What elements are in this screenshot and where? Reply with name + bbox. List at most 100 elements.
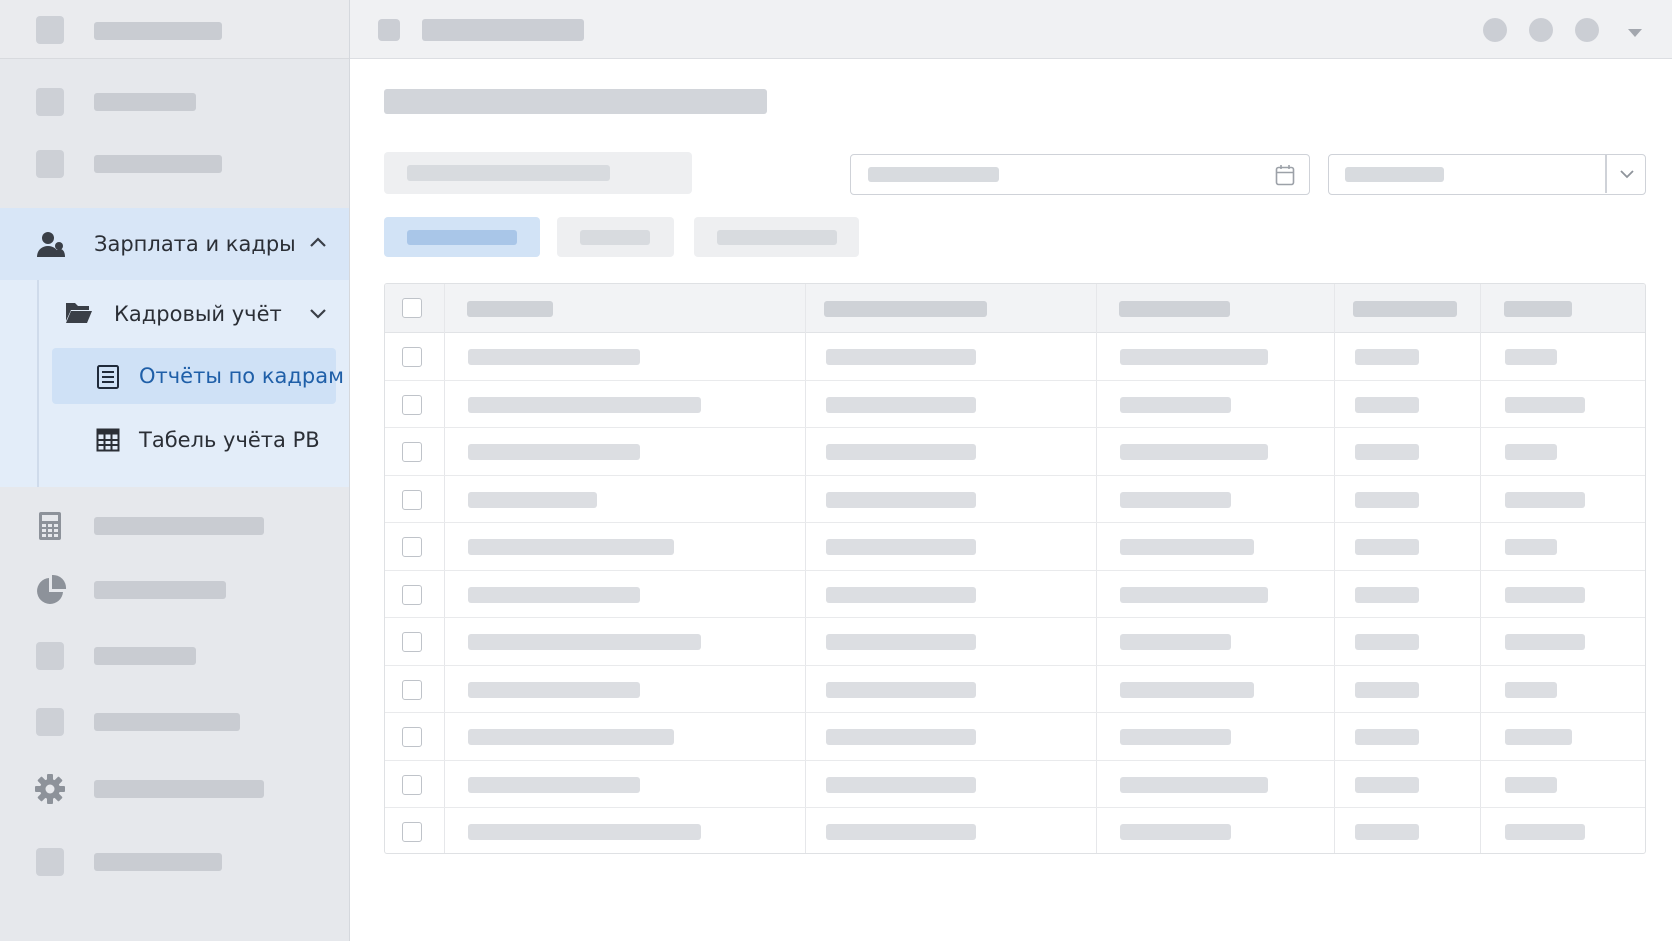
date-field[interactable] xyxy=(850,154,1310,195)
select-all-checkbox[interactable] xyxy=(402,298,422,318)
sidebar-item-3[interactable] xyxy=(0,634,349,678)
column-header[interactable] xyxy=(467,301,553,317)
table-cell-placeholder xyxy=(1355,634,1419,650)
sidebar-group-salary-hr[interactable]: Зарплата и кадры xyxy=(0,208,349,280)
table-row[interactable] xyxy=(385,713,1645,761)
table-row[interactable] xyxy=(385,571,1645,618)
breadcrumb-icon xyxy=(378,19,400,41)
table-cell-placeholder xyxy=(1505,776,1557,793)
table-cell-placeholder xyxy=(826,491,976,508)
chevron-down-icon[interactable] xyxy=(309,308,327,320)
row-checkbox[interactable] xyxy=(402,537,422,557)
page-title-placeholder xyxy=(384,89,767,114)
top-bar xyxy=(350,0,1672,59)
table-cell-placeholder xyxy=(468,776,640,793)
caret-down-icon[interactable] xyxy=(1627,28,1643,38)
sidebar-subgroup-hr-records[interactable]: Кадровый учёт xyxy=(0,286,349,342)
table-row[interactable] xyxy=(385,333,1645,381)
row-checkbox[interactable] xyxy=(402,774,422,795)
table-cell-placeholder xyxy=(1120,776,1268,793)
column-header[interactable] xyxy=(824,301,987,317)
select-divider xyxy=(1605,155,1607,193)
table-cell-placeholder xyxy=(468,824,701,840)
table-cell-placeholder xyxy=(1505,349,1557,365)
row-checkbox[interactable] xyxy=(402,727,422,747)
app-name-placeholder xyxy=(94,22,222,40)
sidebar-item-label-placeholder xyxy=(94,93,196,111)
table-row[interactable] xyxy=(385,618,1645,666)
toolbar-button-2[interactable] xyxy=(1529,18,1553,42)
table-cell-placeholder xyxy=(468,634,701,650)
tab-label-placeholder xyxy=(717,230,837,245)
table-cell-placeholder xyxy=(468,444,640,460)
table-row[interactable] xyxy=(385,381,1645,428)
row-checkbox[interactable] xyxy=(402,442,422,462)
table-header xyxy=(385,284,1645,333)
breadcrumb-placeholder[interactable] xyxy=(422,19,584,41)
table-row[interactable] xyxy=(385,523,1645,571)
search-placeholder xyxy=(407,165,610,181)
row-checkbox[interactable] xyxy=(402,679,422,700)
table-row[interactable] xyxy=(385,476,1645,523)
table-cell-placeholder xyxy=(1355,349,1419,365)
table-cell-placeholder xyxy=(1355,491,1419,508)
table-cell-placeholder xyxy=(1505,396,1585,413)
chevron-down-icon[interactable] xyxy=(1619,169,1635,179)
row-checkbox[interactable] xyxy=(402,347,422,367)
table-cell-placeholder xyxy=(826,634,976,650)
filter-tab-3[interactable] xyxy=(694,217,859,257)
column-header[interactable] xyxy=(1119,301,1230,317)
table-cell-placeholder xyxy=(468,729,674,745)
filter-tab-active[interactable] xyxy=(384,217,540,257)
table-row[interactable] xyxy=(385,428,1645,476)
sidebar-item-calculator[interactable] xyxy=(0,504,349,548)
filter-tab-2[interactable] xyxy=(557,217,674,257)
table-cell-placeholder xyxy=(1120,444,1268,460)
sidebar-item-analytics[interactable] xyxy=(0,568,349,612)
row-checkbox[interactable] xyxy=(402,822,422,842)
table-row[interactable] xyxy=(385,666,1645,713)
row-checkbox[interactable] xyxy=(402,394,422,415)
sidebar-subgroup-label: Кадровый учёт xyxy=(114,302,282,326)
data-table xyxy=(384,283,1646,854)
sidebar-item-icon xyxy=(36,708,64,736)
sidebar-item-settings[interactable] xyxy=(0,767,349,811)
sidebar-item-label-placeholder xyxy=(94,581,226,599)
chevron-up-icon[interactable] xyxy=(309,236,327,248)
tab-label-placeholder xyxy=(580,230,650,245)
column-header[interactable] xyxy=(1504,301,1572,317)
table-cell-placeholder xyxy=(826,586,976,603)
table-cell-placeholder xyxy=(1505,681,1557,698)
row-checkbox[interactable] xyxy=(402,632,422,652)
table-cell-placeholder xyxy=(1120,349,1268,365)
table-row[interactable] xyxy=(385,808,1645,853)
sidebar-item-5[interactable] xyxy=(0,840,349,884)
filter-select[interactable] xyxy=(1328,154,1646,195)
sidebar-item-timesheet[interactable]: Табель учёта РВ xyxy=(0,412,349,468)
sidebar-item-1[interactable] xyxy=(0,80,349,124)
toolbar-button-3[interactable] xyxy=(1575,18,1599,42)
table-cell-placeholder xyxy=(1355,396,1419,413)
calculator-icon xyxy=(39,512,61,540)
table-cell-placeholder xyxy=(1355,824,1419,840)
sidebar-item-2[interactable] xyxy=(0,142,349,186)
sidebar-item-hr-reports[interactable]: Отчёты по кадрам xyxy=(52,348,344,404)
tab-label-placeholder xyxy=(407,230,517,245)
table-cell-placeholder xyxy=(1505,586,1585,603)
search-field[interactable] xyxy=(384,152,692,194)
calendar-icon[interactable] xyxy=(1275,164,1295,186)
table-cell-placeholder xyxy=(1355,539,1419,555)
column-header[interactable] xyxy=(1353,301,1457,317)
document-list-icon xyxy=(97,365,119,389)
table-row[interactable] xyxy=(385,761,1645,808)
sidebar-header xyxy=(0,0,349,59)
sidebar-item-icon xyxy=(36,848,64,876)
table-cell-placeholder xyxy=(1505,729,1572,745)
toolbar-button-1[interactable] xyxy=(1483,18,1507,42)
sidebar: Зарплата и кадры Кадровый учёт Отчёты по… xyxy=(0,0,350,941)
row-checkbox[interactable] xyxy=(402,489,422,510)
table-cell-placeholder xyxy=(1120,681,1254,698)
row-checkbox[interactable] xyxy=(402,584,422,605)
gear-icon xyxy=(35,774,65,804)
sidebar-item-4[interactable] xyxy=(0,700,349,744)
